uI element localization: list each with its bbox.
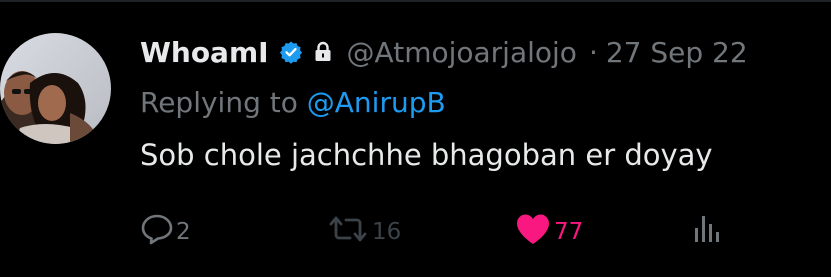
heart-icon (514, 212, 552, 252)
avatar[interactable] (0, 33, 111, 144)
replying-to-mention[interactable]: @AnirupB (307, 86, 446, 119)
tweet-header: WhoamI @Atmojoarjalojo · 27 Sep 22 (140, 28, 831, 76)
reply-icon (140, 213, 174, 251)
reply-count: 2 (176, 219, 191, 245)
user-handle[interactable]: @Atmojoarjalojo (347, 36, 577, 69)
like-button[interactable]: 77 (514, 210, 583, 254)
verified-badge-icon (279, 40, 303, 64)
like-count: 77 (554, 219, 584, 245)
divider (0, 0, 831, 2)
tweet-content: WhoamI @Atmojoarjalojo · 27 Sep 22 Reply… (140, 28, 831, 176)
avatar-image (0, 33, 111, 144)
reply-button[interactable]: 2 (140, 210, 191, 254)
retweet-count: 16 (372, 219, 402, 245)
retweet-button[interactable]: 16 (326, 210, 401, 254)
lock-icon (313, 41, 333, 63)
replying-to-label: Replying to (140, 86, 298, 119)
separator-dot: · (588, 35, 598, 69)
views-button[interactable] (694, 210, 720, 254)
replying-to-line: Replying to @AnirupB (140, 84, 831, 122)
analytics-icon (694, 214, 720, 250)
tweet-text: Sob chole jachchhe bhagoban er doyay (140, 138, 713, 172)
retweet-icon (326, 214, 370, 250)
tweet-date[interactable]: 27 Sep 22 (606, 36, 748, 69)
tweet-actions: 2 16 77 (140, 210, 831, 254)
display-name[interactable]: WhoamI (140, 36, 269, 69)
